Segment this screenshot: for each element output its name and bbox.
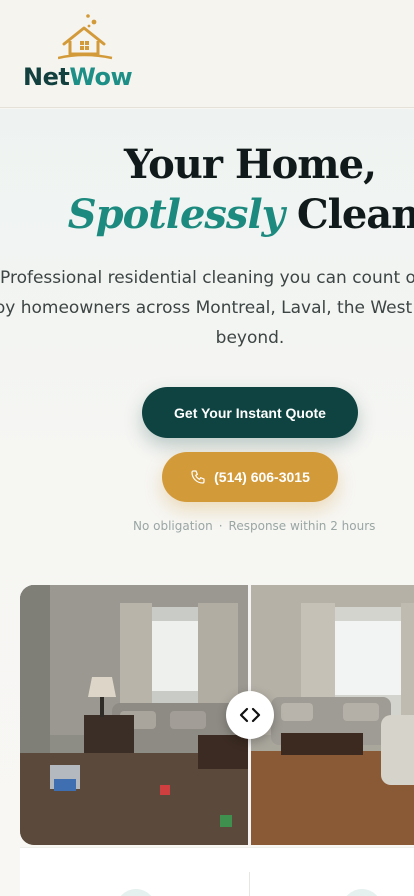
response-time-text: Response within 2 hours: [228, 519, 376, 533]
logo-wordmark: NetWow: [23, 63, 133, 91]
feature-cards-strip: [20, 847, 414, 896]
before-image: [20, 585, 249, 845]
feature-icon-2: [342, 889, 382, 896]
headline-accent: Spotlessly: [67, 191, 285, 238]
no-obligation-text: No obligation: [133, 519, 213, 533]
after-image: [251, 585, 414, 845]
headline-line-2-rest: Clean.: [296, 191, 414, 238]
feature-icon-1: [116, 889, 156, 896]
call-phone-button[interactable]: (514) 606-3015: [162, 452, 338, 502]
compare-handle[interactable]: [226, 691, 274, 739]
phone-icon: [191, 470, 205, 484]
reassurance-text: No obligation · Response within 2 hours: [133, 519, 393, 533]
instant-quote-button[interactable]: Get Your Instant Quote: [142, 387, 358, 438]
house-logo-icon: [58, 14, 113, 60]
chevron-left-right-icon: [239, 707, 261, 723]
headline-line-2: Spotlessly Clean.: [0, 191, 414, 239]
before-after-slider[interactable]: [20, 585, 414, 845]
phone-number: (514) 606-3015: [214, 469, 310, 485]
hero-subtext: Professional residential cleaning you ca…: [0, 268, 414, 348]
card-divider: [249, 872, 250, 896]
site-header: NetWow: [0, 0, 414, 108]
headline-line-1: Your Home,: [123, 141, 377, 188]
logo-net: Net: [23, 63, 70, 91]
hero-section: Your Home, Spotlessly Clean. Professiona…: [0, 109, 414, 896]
netwow-logo[interactable]: NetWow: [22, 14, 152, 94]
separator-dot: ·: [218, 519, 223, 533]
logo-wow: Wow: [69, 63, 133, 91]
